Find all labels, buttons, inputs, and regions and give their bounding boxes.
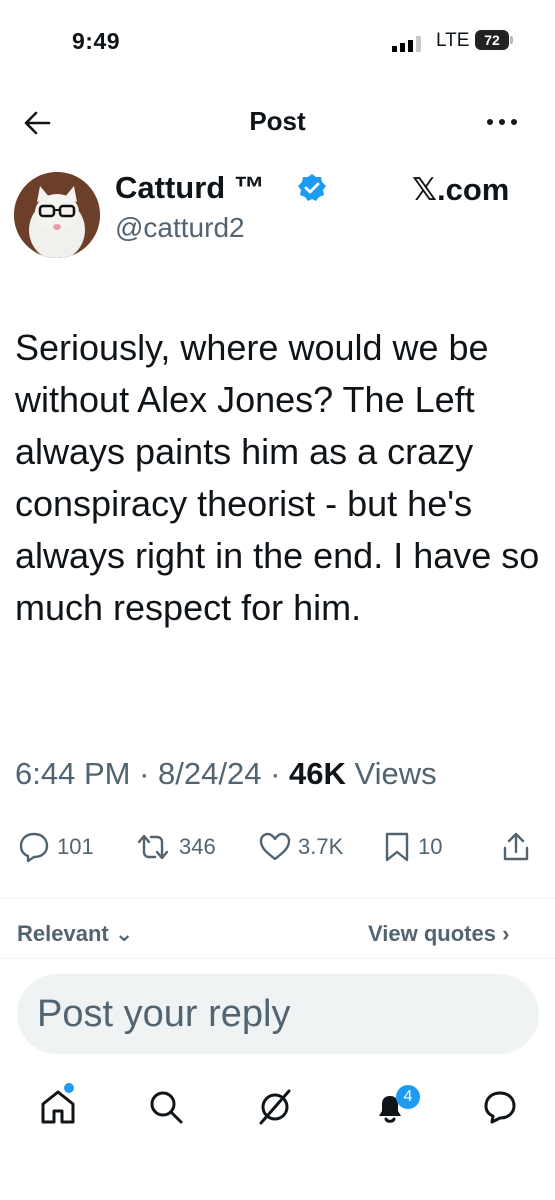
home-icon[interactable] (38, 1087, 78, 1127)
divider (0, 898, 555, 899)
divider (0, 958, 555, 959)
author-name[interactable]: Catturd ™ (115, 170, 265, 206)
search-icon[interactable] (146, 1087, 186, 1127)
more-options-icon[interactable] (482, 107, 522, 137)
chevron-down-icon: ⌄ (114, 921, 134, 946)
bookmark-count: 10 (418, 834, 443, 859)
notifications-badge: 4 (396, 1085, 420, 1109)
like-count: 3.7K (298, 834, 344, 859)
status-time: 9:49 (72, 28, 121, 54)
view-quotes-link[interactable]: View quotes › (368, 921, 509, 947)
sort-relevant-dropdown[interactable]: Relevant ⌄ (17, 921, 133, 947)
sort-label: Relevant (17, 921, 109, 946)
page-title: Post (249, 106, 306, 136)
reply-count: 101 (57, 834, 94, 859)
network-type: LTE (436, 30, 470, 51)
reply-input[interactable]: Post your reply (17, 974, 539, 1054)
view-quotes-label: View quotes (368, 921, 496, 946)
tweet-time: 6:44 PM (15, 756, 131, 791)
views-label: Views (354, 756, 437, 791)
avatar[interactable] (14, 172, 100, 258)
author-handle[interactable]: @catturd2 (115, 212, 245, 244)
tweet-text: Seriously, where would we be without Ale… (15, 327, 540, 628)
repost-button[interactable]: 346 (133, 829, 216, 865)
signal-icon (392, 36, 421, 52)
battery-icon: 72 (475, 30, 509, 50)
bookmark-icon (385, 832, 409, 862)
repost-count: 346 (179, 834, 216, 859)
grok-icon[interactable] (255, 1087, 295, 1127)
source-label: 𝕏.com (412, 172, 510, 207)
share-icon (503, 832, 529, 861)
verified-badge-icon (298, 174, 326, 201)
heart-icon (259, 832, 291, 861)
repost-icon (137, 834, 169, 860)
messages-icon[interactable] (480, 1087, 520, 1127)
chevron-right-icon: › (502, 921, 510, 946)
battery-cap (510, 36, 513, 44)
share-button[interactable] (500, 829, 538, 865)
home-new-dot (64, 1083, 74, 1093)
reply-icon (19, 832, 49, 863)
like-button[interactable]: 3.7K (258, 829, 343, 865)
reply-button[interactable]: 101 (17, 829, 94, 865)
tweet-date: 8/24/24 (158, 756, 262, 791)
tweet-meta: 6:44 PM · 8/24/24 · 46K Views (15, 756, 437, 791)
views-count: 46K (289, 756, 346, 791)
bookmark-button[interactable]: 10 (382, 829, 442, 865)
